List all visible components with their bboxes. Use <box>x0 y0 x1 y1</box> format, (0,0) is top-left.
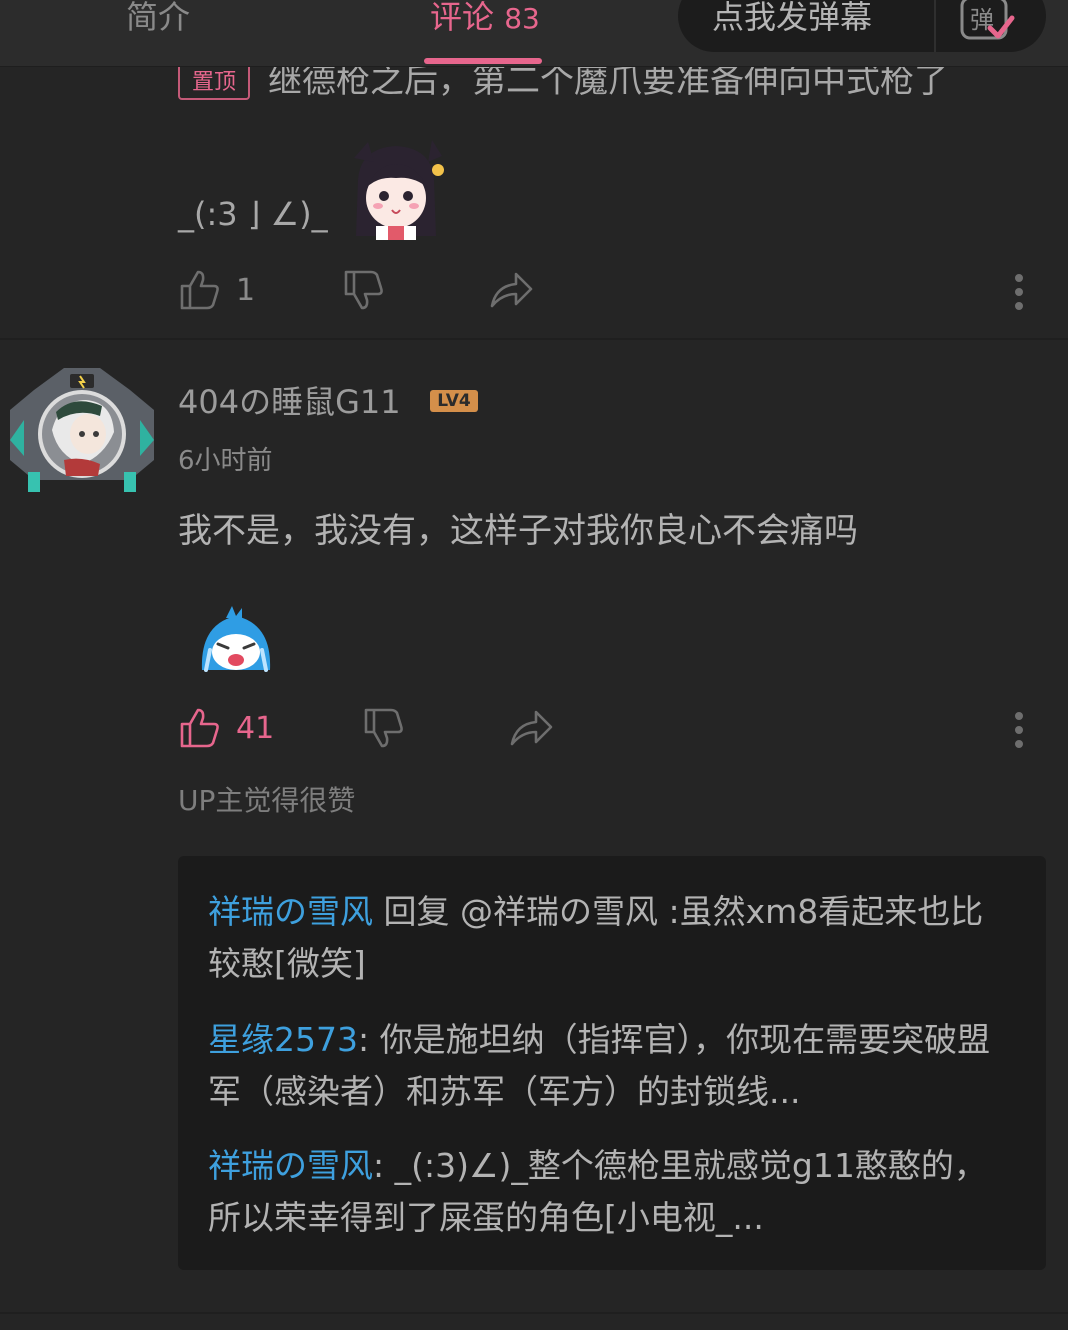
danmaku-toggle-icon[interactable]: 弹 <box>954 0 1018 50</box>
like-button-active[interactable] <box>178 706 222 754</box>
replies-box[interactable]: 祥瑞の雪风 回复 @祥瑞の雪风 :虽然xm8看起来也比较憨[微笑] 星缘2573… <box>178 856 1046 1270</box>
dislike-button[interactable] <box>342 268 386 316</box>
share-button[interactable] <box>508 708 554 752</box>
more-options-icon[interactable] <box>1015 712 1023 754</box>
tab-comments-label: 评论 <box>430 0 495 36</box>
share-icon <box>510 710 553 746</box>
danmaku-placeholder: 点我发弹幕 <box>712 0 873 36</box>
like-count: 1 <box>236 273 256 308</box>
top-tab-bar: 简介 评论 83 点我发弹幕 弹 <box>0 0 1068 67</box>
comment-divider <box>0 1312 1068 1314</box>
avatar[interactable] <box>4 360 160 500</box>
pinned-kaomoji: _(:3 ⌋ ∠)_ <box>178 195 328 233</box>
like-count: 41 <box>236 711 275 746</box>
thumbs-down-icon <box>344 270 383 310</box>
thumbs-up-icon <box>180 270 219 310</box>
reply-item[interactable]: 祥瑞の雪风 回复 @祥瑞の雪风 :虽然xm8看起来也比较憨[微笑] <box>208 886 998 990</box>
thumbs-up-icon <box>180 708 219 748</box>
comment-count: 83 <box>504 2 540 35</box>
thumbs-down-icon <box>364 708 403 748</box>
danmaku-input[interactable]: 点我发弹幕 弹 <box>678 0 1046 52</box>
share-button[interactable] <box>488 270 534 314</box>
tab-intro[interactable]: 简介 <box>126 0 190 34</box>
more-options-icon[interactable] <box>1015 274 1023 316</box>
reply-item[interactable]: 星缘2573: 你是施坦纳（指挥官），你现在需要突破盟军（感染者）和苏军（军方）… <box>208 1014 998 1118</box>
active-tab-indicator <box>424 58 542 64</box>
pinned-badge: 置顶 <box>178 62 250 100</box>
up-liked-label: UP主觉得很赞 <box>178 784 356 817</box>
share-icon <box>490 272 533 308</box>
girl-sticker-icon <box>348 140 444 244</box>
username[interactable]: 404の睡鼠G11 <box>178 384 401 420</box>
level-badge: LV4 <box>430 390 478 412</box>
comment-time: 6小时前 <box>178 446 273 476</box>
dislike-button[interactable] <box>362 706 406 754</box>
danmaku-divider <box>934 0 936 52</box>
reply-username[interactable]: 星缘2573 <box>208 1020 358 1059</box>
reply-item[interactable]: 祥瑞の雪风: _(:3)∠)_整个德枪里就感觉g11憨憨的，所以荣幸得到了屎蛋的… <box>208 1140 998 1244</box>
tab-comments[interactable]: 评论 83 <box>430 0 540 36</box>
like-button[interactable] <box>178 268 222 316</box>
comment-text: 我不是，我没有，这样子对我你良心不会痛吗 <box>178 511 858 551</box>
reply-username[interactable]: 祥瑞の雪风 <box>208 892 373 931</box>
comment-divider <box>0 338 1068 340</box>
reply-username[interactable]: 祥瑞の雪风 <box>208 1146 373 1185</box>
crying-sticker-icon <box>196 604 276 680</box>
